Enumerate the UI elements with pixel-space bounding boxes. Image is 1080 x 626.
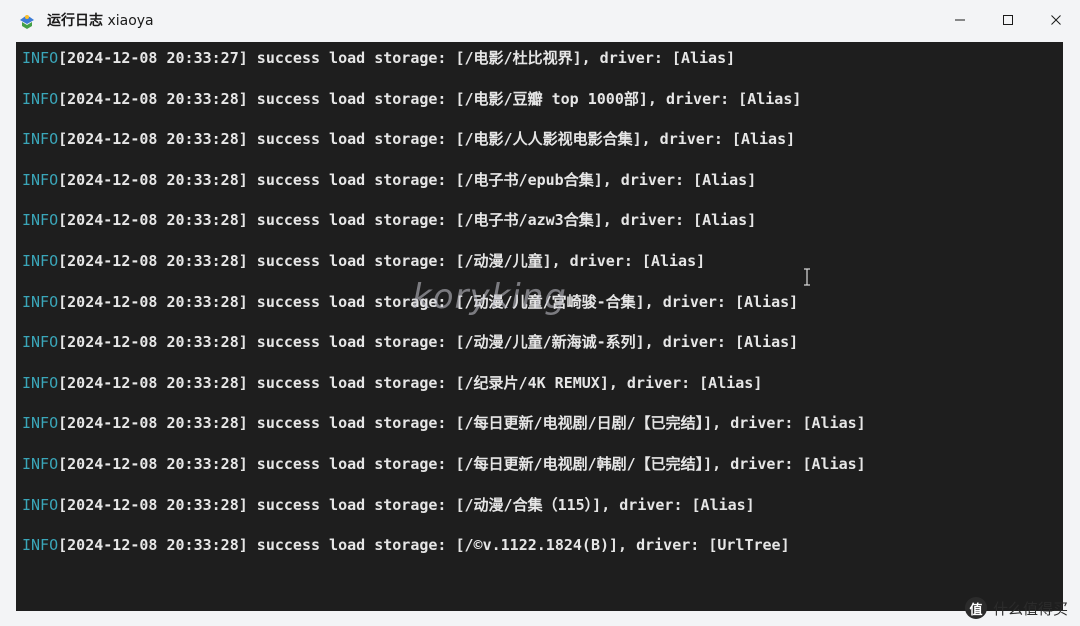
log-window: 运行日志 xiaoya INFO[2024-12-08 20:33:27] su… — [0, 0, 1080, 626]
log-level: INFO — [22, 89, 59, 108]
close-icon — [1051, 15, 1061, 25]
log-level: INFO — [22, 130, 59, 149]
log-text: [2024-12-08 20:33:28] success load stora… — [58, 536, 790, 555]
log-line: INFO[2024-12-08 20:33:28] success load s… — [22, 292, 866, 333]
log-line: INFO[2024-12-08 20:33:28] success load s… — [22, 373, 866, 414]
site-brand: 值 什么值得买 — [964, 597, 1068, 619]
log-level: INFO — [22, 333, 59, 352]
log-line: INFO[2024-12-08 20:33:28] success load s… — [22, 89, 866, 130]
brand-logo: 值 — [964, 597, 987, 619]
log-text: [2024-12-08 20:33:28] success load stora… — [58, 292, 799, 311]
log-list: INFO[2024-12-08 20:33:27] success load s… — [22, 48, 866, 576]
log-output[interactable]: INFO[2024-12-08 20:33:27] success load s… — [16, 42, 1063, 611]
close-button[interactable] — [1032, 0, 1080, 40]
log-text: [2024-12-08 20:33:28] success load stora… — [58, 211, 757, 230]
log-level: INFO — [22, 251, 59, 270]
log-level: INFO — [22, 49, 59, 67]
log-line: INFO[2024-12-08 20:33:28] success load s… — [22, 535, 866, 576]
log-level: INFO — [22, 414, 59, 433]
app-icon — [17, 11, 37, 31]
log-text: [2024-12-08 20:33:28] success load stora… — [58, 89, 802, 108]
log-line: INFO[2024-12-08 20:33:28] success load s… — [22, 210, 866, 251]
log-text: [2024-12-08 20:33:28] success load stora… — [58, 333, 799, 352]
minimize-icon — [955, 19, 965, 21]
window-title: 运行日志 xiaoya — [47, 11, 154, 31]
log-line: INFO[2024-12-08 20:33:28] success load s… — [22, 413, 866, 454]
log-line: INFO[2024-12-08 20:33:28] success load s… — [22, 454, 866, 495]
maximize-button[interactable] — [984, 0, 1032, 40]
maximize-icon — [1003, 15, 1013, 25]
minimize-button[interactable] — [936, 0, 984, 40]
log-text: [2024-12-08 20:33:28] success load stora… — [58, 373, 763, 392]
log-text: [2024-12-08 20:33:28] success load stora… — [58, 414, 866, 433]
log-level: INFO — [22, 454, 59, 473]
log-text: [2024-12-08 20:33:27] success load stora… — [58, 49, 736, 67]
title-bar[interactable]: 运行日志 xiaoya — [0, 0, 1080, 42]
log-text: [2024-12-08 20:33:28] success load stora… — [58, 251, 706, 270]
log-level: INFO — [22, 536, 59, 555]
log-level: INFO — [22, 495, 59, 514]
log-text: [2024-12-08 20:33:28] success load stora… — [58, 170, 757, 189]
window-title-name: xiaoya — [107, 13, 154, 29]
window-controls — [936, 0, 1080, 40]
log-line: INFO[2024-12-08 20:33:28] success load s… — [22, 495, 866, 536]
log-level: INFO — [22, 211, 59, 230]
log-line: INFO[2024-12-08 20:33:27] success load s… — [22, 48, 866, 89]
log-text: [2024-12-08 20:33:28] success load stora… — [58, 454, 866, 473]
log-line: INFO[2024-12-08 20:33:28] success load s… — [22, 332, 866, 373]
log-level: INFO — [22, 170, 59, 189]
log-line: INFO[2024-12-08 20:33:28] success load s… — [22, 129, 866, 170]
window-title-app: 运行日志 — [47, 13, 103, 29]
log-level: INFO — [22, 292, 59, 311]
log-level: INFO — [22, 373, 59, 392]
brand-name: 什么值得买 — [992, 599, 1068, 618]
text-cursor-icon — [804, 268, 810, 286]
log-line: INFO[2024-12-08 20:33:28] success load s… — [22, 170, 866, 211]
log-line: INFO[2024-12-08 20:33:28] success load s… — [22, 251, 866, 292]
log-text: [2024-12-08 20:33:28] success load stora… — [58, 130, 796, 149]
log-text: [2024-12-08 20:33:28] success load stora… — [58, 495, 755, 514]
